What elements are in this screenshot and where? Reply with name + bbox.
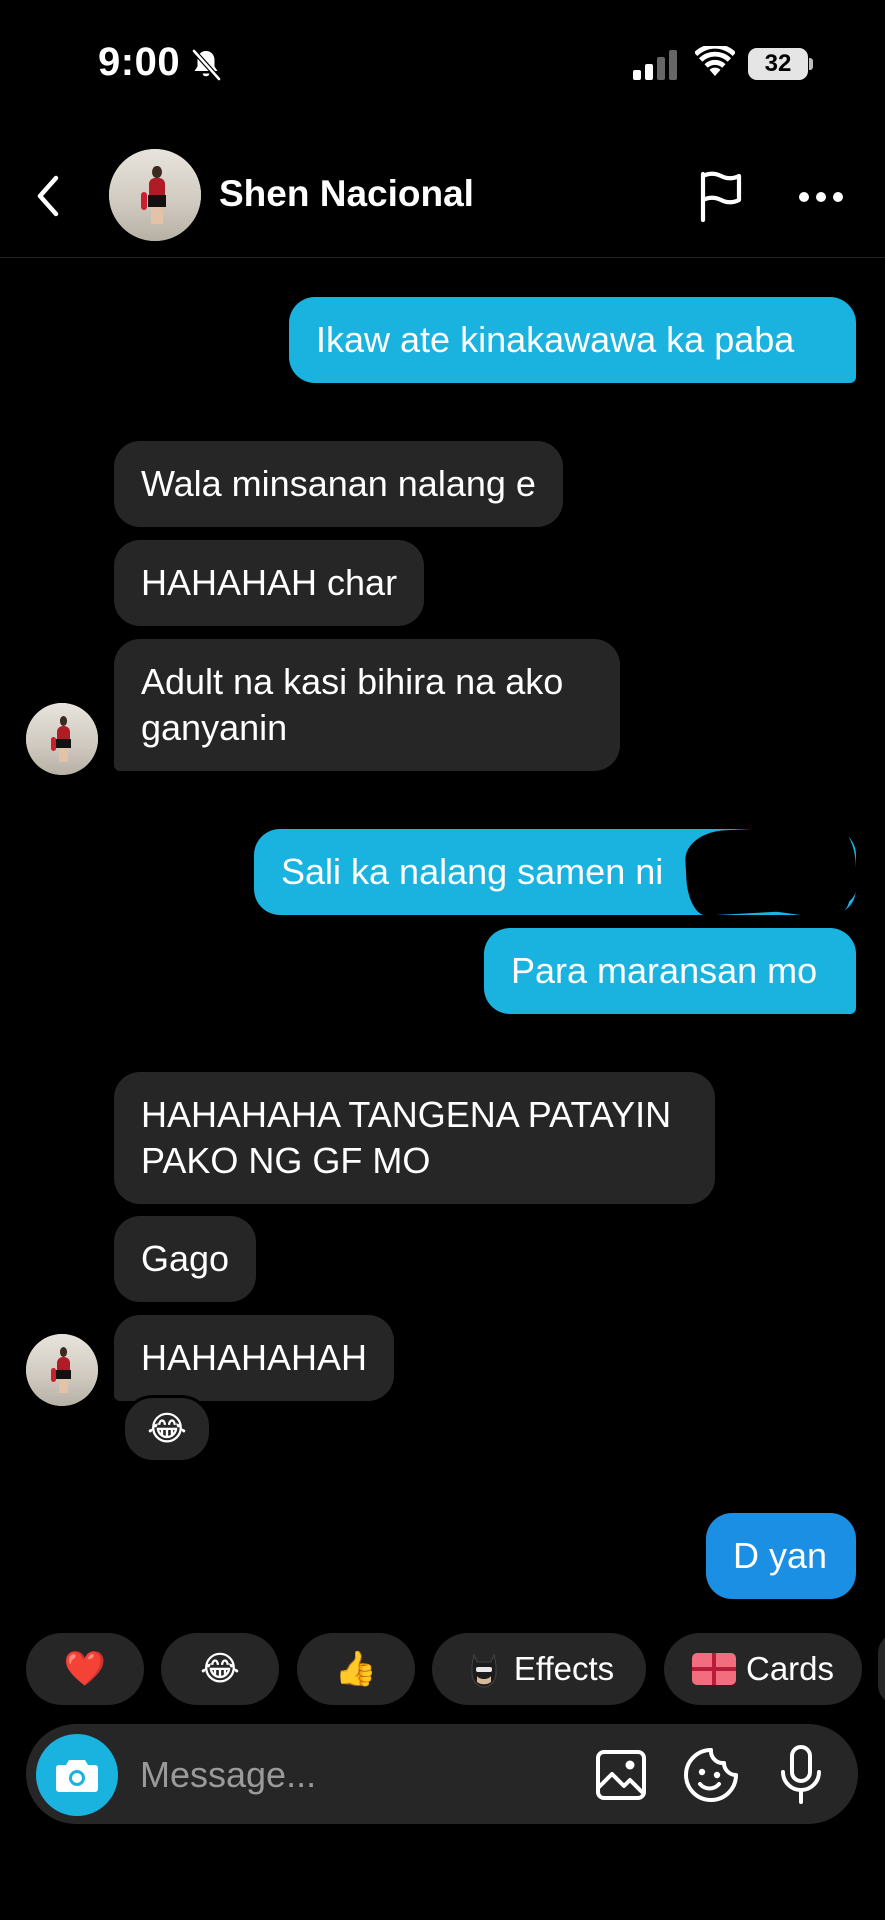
effects-label: Effects <box>513 1650 615 1687</box>
wifi-icon <box>694 43 736 83</box>
laughing-emoji: 😂 <box>200 1650 240 1688</box>
message-bubble-incoming[interactable]: HAHAHAHA TANGENA PATAYIN PAKO NG GF MO <box>114 1072 715 1204</box>
next-chip-partial[interactable] <box>878 1633 885 1705</box>
message-bubble-outgoing[interactable]: Para maransan mo <box>484 928 856 1014</box>
silent-bell-icon <box>190 48 222 87</box>
quick-reaction-laugh[interactable]: 😂 <box>161 1633 279 1705</box>
message-input[interactable] <box>138 1748 562 1802</box>
message-bubble-incoming[interactable]: Wala minsanan nalang e <box>114 441 563 527</box>
sender-avatar[interactable] <box>26 1334 98 1406</box>
effects-chip[interactable]: Effects <box>432 1633 646 1705</box>
contact-avatar[interactable] <box>109 149 201 241</box>
battery-tip <box>809 58 813 70</box>
contact-name[interactable]: Shen Nacional <box>219 173 474 215</box>
message-bubble-incoming[interactable]: Adult na kasi bihira na ako ganyanin <box>114 639 620 771</box>
cellular-signal-icon <box>633 50 679 85</box>
camera-icon <box>56 1760 98 1792</box>
status-time: 9:00 <box>98 40 181 84</box>
cards-label: Cards <box>745 1650 835 1687</box>
gallery-icon[interactable] <box>594 1748 648 1807</box>
report-flag-icon[interactable] <box>697 170 747 227</box>
message-bubble-outgoing[interactable]: D yan <box>706 1513 856 1599</box>
camera-button[interactable] <box>36 1734 118 1816</box>
quick-reaction-heart[interactable]: ❤️ <box>26 1633 144 1705</box>
back-arrow-icon[interactable] <box>32 170 68 227</box>
heart-emoji: ❤️ <box>63 1650 107 1688</box>
cards-chip[interactable]: Cards <box>664 1633 862 1705</box>
battery-indicator: 32 <box>748 48 808 80</box>
message-bubble-incoming[interactable]: Gago <box>114 1216 257 1302</box>
message-reaction[interactable]: 😂 <box>122 1395 212 1463</box>
battery-level: 32 <box>764 50 792 77</box>
batman-icon <box>464 1649 504 1689</box>
more-options-icon[interactable] <box>798 190 844 208</box>
header-divider <box>0 257 885 258</box>
gift-card-icon <box>691 1653 736 1685</box>
quick-reaction-thumbs-up[interactable]: 👍 <box>297 1633 415 1705</box>
message-bubble-incoming[interactable]: HAHAHAH char <box>114 540 425 626</box>
microphone-icon[interactable] <box>778 1744 824 1811</box>
message-bubble-incoming[interactable]: HAHAHAHAH <box>114 1315 395 1401</box>
sticker-icon[interactable] <box>682 1746 740 1809</box>
message-bubble-outgoing[interactable]: Ikaw ate kinakawawa ka paba <box>289 297 856 383</box>
thumbs-up-emoji: 👍 <box>334 1650 378 1688</box>
sender-avatar[interactable] <box>26 703 98 775</box>
